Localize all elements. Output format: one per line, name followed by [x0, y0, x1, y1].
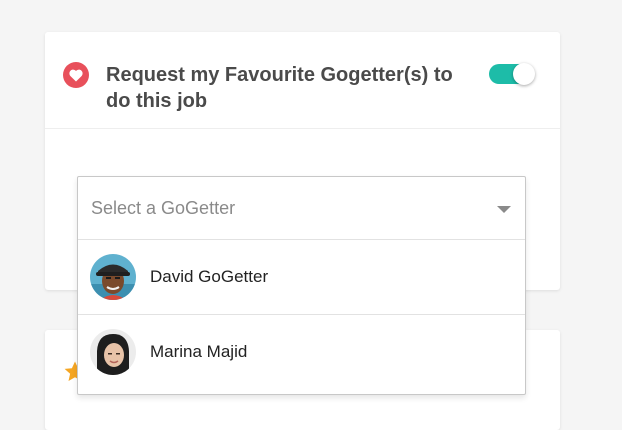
gogetter-option-label: David GoGetter — [150, 267, 269, 286]
favourite-toggle[interactable] — [489, 63, 537, 85]
gogetter-dropdown: Select a GoGetter David GoGetter Marina … — [77, 176, 526, 395]
select-placeholder: Select a GoGetter — [91, 198, 236, 218]
chevron-down-icon — [497, 206, 511, 213]
toggle-knob — [513, 63, 535, 85]
avatar-marina — [90, 329, 136, 375]
avatar-david — [90, 254, 136, 300]
gogetter-option-label: Marina Majid — [150, 342, 248, 361]
gogetter-option-david[interactable]: David GoGetter — [78, 240, 525, 315]
favourite-card-title: Request my Favourite Gogetter(s) to do t… — [106, 64, 453, 112]
gogetter-select[interactable]: Select a GoGetter — [78, 177, 525, 240]
favourite-card-header: Request my Favourite Gogetter(s) to do t… — [45, 32, 560, 129]
gogetter-option-marina[interactable]: Marina Majid — [78, 315, 525, 389]
heart-icon — [63, 62, 89, 88]
